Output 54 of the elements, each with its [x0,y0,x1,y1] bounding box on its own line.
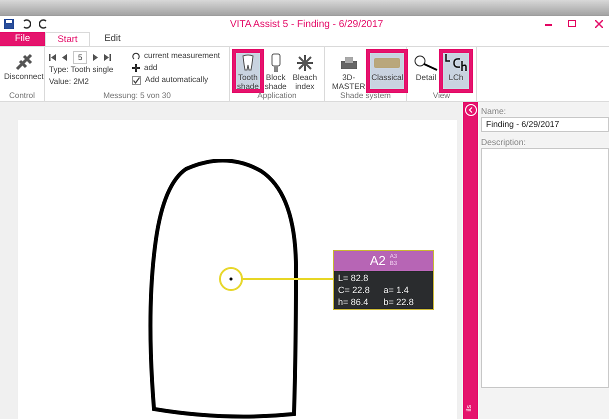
file-tab[interactable]: File [0,32,45,46]
shade-guide-icon [374,58,400,68]
ribbon-button[interactable]: Bleach index [290,51,320,91]
maximize-icon[interactable] [568,20,576,27]
a-value: a= 1.4 [384,284,410,296]
disconnect-button[interactable]: Disconnect [4,49,44,83]
first-icon[interactable] [49,54,56,60]
description-label: Description: [481,136,527,148]
chroma-value: C= 22.8 [338,284,371,296]
add-automatically-checkbox[interactable]: Add automatically [132,74,220,86]
device-icon [340,56,358,70]
add-button[interactable]: add [132,62,220,74]
type-text: Type: Tooth single [49,64,114,76]
group-label: View [432,91,452,101]
group-label: Application [256,91,298,101]
tooth-icon [240,54,255,72]
plug-icon [14,53,34,71]
close-icon[interactable] [595,20,603,28]
redo-icon[interactable] [39,19,48,29]
b-value: b= 22.8 [384,296,415,308]
ribbon-button[interactable]: Classical [368,51,406,91]
value-text: Value: 2M2 [49,76,90,88]
group-label: Control [8,91,36,101]
current-measurement-button[interactable]: current measurement [132,50,220,62]
name-field[interactable]: Finding - 6/29/2017 [481,117,609,132]
shade-value: A2 [370,252,386,270]
ribbon-button[interactable]: LCh [441,51,471,91]
last-icon[interactable] [104,54,112,60]
undo-icon[interactable] [22,19,31,29]
ribbon-button[interactable]: 3D-MASTER [329,51,368,91]
block-icon [270,53,282,73]
ribbon-button[interactable]: Block shade [262,51,290,91]
measurement-index-field[interactable]: 5 [73,50,88,64]
checkmark-icon [133,76,140,84]
description-field[interactable] [481,148,609,388]
name-label: Name: [481,105,508,117]
refresh-icon [132,52,140,60]
save-icon[interactable] [4,19,14,29]
ribbon-tab[interactable]: Edit [90,32,135,46]
group-label: Messung: 5 von 30 [102,91,172,101]
sparkle-icon [296,54,314,72]
ribbon-tab[interactable]: Start [45,32,90,46]
previous-icon[interactable] [61,54,68,60]
collapse-icon[interactable] [464,104,476,116]
window-title: VITA Assist 5 - Finding - 6/29/2017 [230,18,384,32]
next-icon[interactable] [92,54,100,60]
lch-icon [444,53,468,73]
plus-icon [132,64,140,72]
hue-value: h= 86.4 [338,296,370,308]
lightness-value: L= 82.8 [338,272,370,284]
magnifier-icon [414,55,438,71]
ribbon-button[interactable]: Detail [411,51,441,91]
ribbon-button[interactable]: Tooth shade [234,51,262,91]
group-label: Shade system [339,91,392,101]
